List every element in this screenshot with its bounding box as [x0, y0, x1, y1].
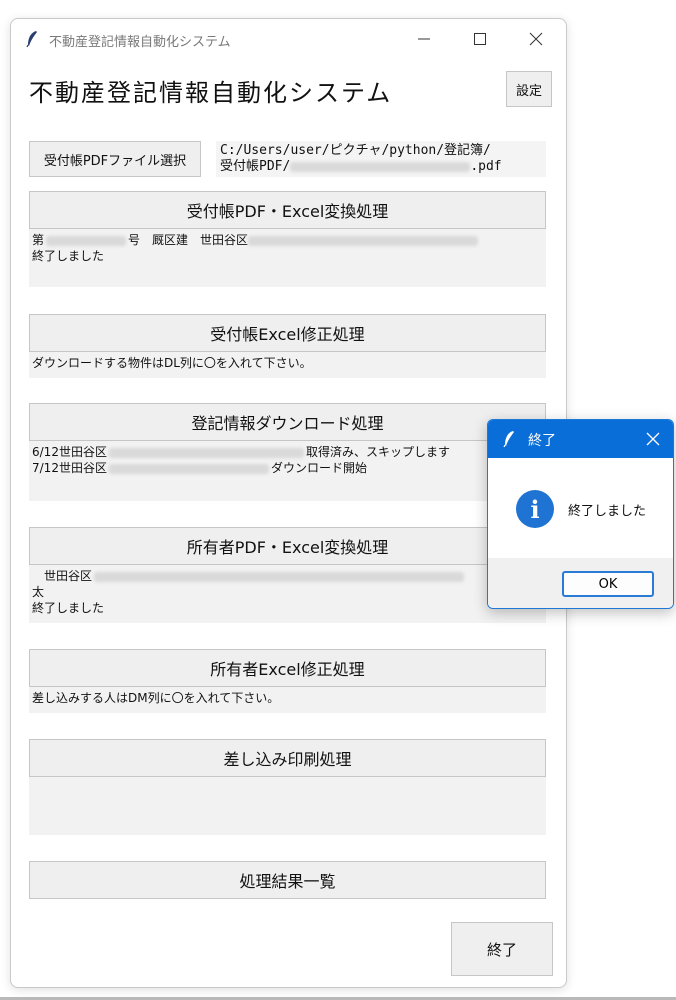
log-line: 世田谷区 [32, 568, 543, 584]
log-line: 終了しました [32, 249, 105, 263]
window-title: 不動産登記情報自動化システム [49, 35, 231, 50]
file-path-label: C:/Users/user/ピクチャ/python/登記簿/ 受付帳PDF/ .p… [216, 141, 546, 177]
dialog-title: 終了 [528, 433, 556, 449]
info-icon: i [516, 490, 554, 528]
log-line: 終了しました [32, 601, 105, 615]
close-icon [529, 32, 543, 46]
redacted [290, 161, 471, 172]
log-text: 号 厩区建 世田谷区 [128, 233, 249, 247]
ok-button[interactable]: OK [562, 571, 654, 597]
minimize-icon [418, 38, 430, 40]
owner-excel-fix-button[interactable]: 所有者Excel修正処理 [29, 649, 546, 687]
feather-icon [26, 31, 37, 48]
download-log: 6/12世田谷区 取得済み、スキップします 7/12世田谷区 ダウンロード開始 [29, 441, 546, 501]
redacted [248, 235, 479, 246]
log-line: 第 号 厩区建 世田谷区 [32, 232, 543, 248]
results-list-button[interactable]: 処理結果一覧 [29, 861, 546, 899]
path-line-2-suffix: .pdf [470, 159, 502, 174]
reception-excel-fix-button[interactable]: 受付帳Excel修正処理 [29, 314, 546, 352]
dialog-close-button[interactable] [640, 428, 666, 450]
log-line: 7/12世田谷区 ダウンロード開始 [32, 460, 543, 476]
redacted [46, 235, 127, 246]
log-text: 取得済み、スキップします [305, 445, 450, 459]
owner-pdf-excel-button[interactable]: 所有者PDF・Excel変換処理 [29, 527, 546, 565]
reception-fix-log: ダウンロードする物件はDL列に〇を入れて下さい。 [29, 352, 546, 378]
select-pdf-button[interactable]: 受付帳PDFファイル選択 [29, 141, 201, 177]
log-text: 世田谷区 [32, 569, 93, 583]
redacted [108, 447, 304, 458]
path-line-2-prefix: 受付帳PDF/ [220, 159, 291, 174]
close-button[interactable] [513, 25, 559, 53]
log-line: 6/12世田谷区 取得済み、スキップします [32, 444, 543, 460]
log-line: 差し込みする人はDM列に〇を入れて下さい。 [32, 691, 280, 705]
dialog-message: 終了しました [568, 504, 647, 519]
mail-merge-print-button[interactable]: 差し込み印刷処理 [29, 739, 546, 777]
feather-icon [503, 431, 514, 448]
maximize-icon [474, 33, 486, 45]
redacted [108, 463, 269, 474]
redacted [94, 571, 465, 582]
dialog-footer: OK [488, 558, 673, 608]
print-log [29, 777, 546, 835]
completion-dialog: 終了 i 終了しました OK [487, 419, 674, 609]
owner-fix-log: 差し込みする人はDM列に〇を入れて下さい。 [29, 687, 546, 713]
settings-button[interactable]: 設定 [506, 71, 552, 107]
owner-conversion-log: 世田谷区 太 終了しました [29, 565, 546, 623]
log-line: ダウンロードする物件はDL列に〇を入れて下さい。 [32, 356, 312, 370]
log-text: 6/12世田谷区 [32, 445, 107, 459]
log-text: ダウンロード開始 [270, 461, 367, 475]
log-text: 7/12世田谷区 [32, 461, 107, 475]
path-line-1: C:/Users/user/ピクチャ/python/登記簿/ [220, 143, 491, 158]
reception-pdf-excel-button[interactable]: 受付帳PDF・Excel変換処理 [29, 191, 546, 229]
log-line: 太 [32, 585, 45, 599]
maximize-button[interactable] [457, 25, 503, 53]
log-text: 第 [32, 233, 45, 247]
reception-conversion-log: 第 号 厩区建 世田谷区 終了しました [29, 229, 546, 287]
registry-download-button[interactable]: 登記情報ダウンロード処理 [29, 403, 546, 441]
page-title: 不動産登記情報自動化システム [29, 79, 393, 107]
close-icon [646, 432, 660, 446]
dialog-title-bar: 終了 [488, 420, 673, 458]
title-bar: 不動産登記情報自動化システム [11, 19, 566, 59]
minimize-button[interactable] [401, 25, 447, 53]
exit-button[interactable]: 終了 [451, 922, 553, 976]
main-window: 不動産登記情報自動化システム 不動産登記情報自動化システム 設定 受付帳PDFフ… [10, 18, 567, 988]
